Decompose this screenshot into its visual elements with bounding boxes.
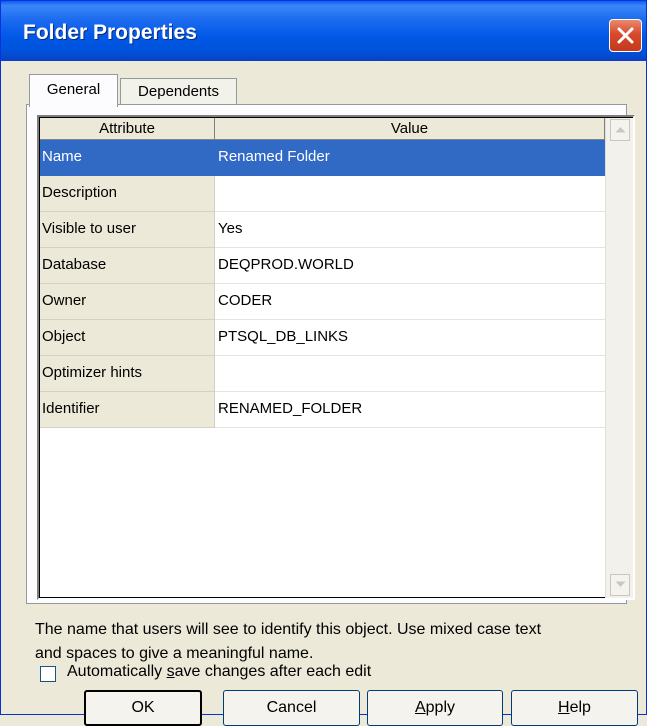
column-header-attribute[interactable]: Attribute [40,118,215,140]
value-cell[interactable]: Renamed Folder [215,140,605,176]
grid-row-identifier[interactable]: Identifier RENAMED_FOLDER [40,392,605,428]
help-button[interactable]: Help [511,690,638,726]
apply-rest: pply [425,699,456,716]
tab-general-label: General [46,81,101,98]
value-cell[interactable]: CODER [215,284,605,320]
grid-row-visible-to-user[interactable]: Visible to user Yes [40,212,605,248]
grid-row-description[interactable]: Description [40,176,605,212]
attribute-grid[interactable]: Attribute Value Name Renamed Folder Desc… [37,115,635,600]
title-bar[interactable]: Folder Properties [1,1,646,61]
value-cell[interactable] [215,356,605,392]
tab-general[interactable]: General [29,74,118,107]
autosave-checkbox-label[interactable]: Automatically save changes after each ed… [67,663,371,681]
folder-properties-dialog: Folder Properties General Dependents Att… [0,0,647,726]
autosave-label-pre: Automatically [67,663,167,680]
attribute-cell: Name [40,140,215,176]
apply-button[interactable]: Apply [367,690,503,726]
attribute-description: The name that users will see to identify… [35,618,635,666]
value-cell[interactable]: Yes [215,212,605,248]
value-cell[interactable]: PTSQL_DB_LINKS [215,320,605,356]
close-icon [617,27,634,44]
tab-dependents-label: Dependents [138,83,219,100]
vertical-scrollbar[interactable] [605,118,633,598]
attribute-cell: Identifier [40,392,215,428]
value-cell[interactable] [215,176,605,212]
attribute-cell: Owner [40,284,215,320]
autosave-label-post: ave changes after each edit [174,663,372,680]
scroll-up-arrow-icon [615,127,626,133]
tab-dependents[interactable]: Dependents [120,78,237,105]
autosave-checkbox[interactable] [40,666,56,682]
ok-button[interactable]: OK [84,690,202,726]
grid-row-object[interactable]: Object PTSQL_DB_LINKS [40,320,605,356]
attribute-cell: Object [40,320,215,356]
window-title: Folder Properties [23,21,197,44]
grid-row-database[interactable]: Database DEQPROD.WORLD [40,248,605,284]
scroll-down-arrow-icon [615,581,626,587]
scroll-up-button[interactable] [610,119,630,141]
grid-row-optimizer-hints[interactable]: Optimizer hints [40,356,605,392]
grid-row-owner[interactable]: Owner CODER [40,284,605,320]
value-cell[interactable]: DEQPROD.WORLD [215,248,605,284]
close-button[interactable] [609,19,642,52]
cancel-button[interactable]: Cancel [223,690,360,726]
description-line-1: The name that users will see to identify… [35,621,542,638]
attribute-cell: Optimizer hints [40,356,215,392]
grid-row-name[interactable]: Name Renamed Folder [40,140,605,176]
help-accel: H [558,699,570,716]
attribute-cell: Visible to user [40,212,215,248]
autosave-label-accel: s [166,663,175,680]
value-cell[interactable]: RENAMED_FOLDER [215,392,605,428]
attribute-cell: Description [40,176,215,212]
grid-body: Attribute Value Name Renamed Folder Desc… [39,117,633,598]
column-header-value[interactable]: Value [215,118,605,140]
help-rest: elp [569,699,591,716]
attribute-cell: Database [40,248,215,284]
apply-accel: A [414,699,426,716]
scroll-down-button[interactable] [610,574,630,596]
